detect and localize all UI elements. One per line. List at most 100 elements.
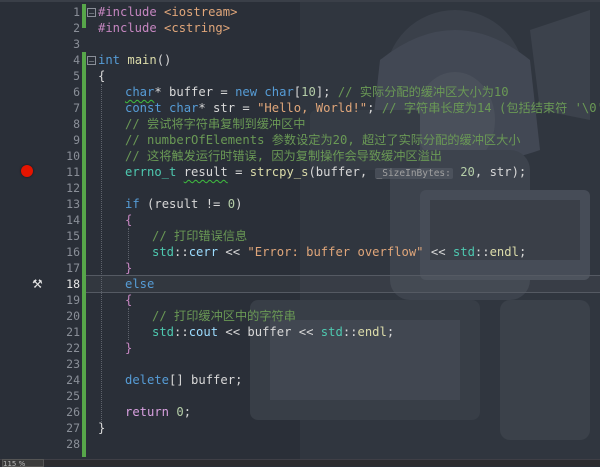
code-line-9[interactable]: // numberOfElements 参数设定为20, 超过了实际分配的缓冲区…	[125, 132, 520, 148]
brace: }	[98, 421, 106, 435]
code-token: ];	[315, 85, 338, 99]
code-token: << buffer <<	[218, 325, 321, 339]
brace: }	[125, 341, 133, 355]
keyword-token: char	[125, 85, 155, 99]
keyword-token: char	[257, 85, 294, 99]
code-token: ::	[174, 245, 189, 259]
brace: }	[125, 261, 133, 275]
line-number: 14	[66, 213, 80, 227]
keyword-token: if	[125, 197, 140, 211]
code-line-10[interactable]: // 这将触发运行时错误, 因为复制操作会导致缓冲区溢出	[125, 148, 442, 164]
line-number: 8	[73, 117, 80, 131]
number-literal: 0	[176, 405, 184, 419]
code-line-19[interactable]: {	[125, 292, 132, 308]
code-line-18[interactable]: else	[125, 276, 154, 292]
code-token: ::	[174, 325, 189, 339]
line-number: 27	[66, 421, 80, 435]
variable-token: cout	[188, 325, 219, 339]
breakpoint-icon[interactable]	[21, 165, 33, 177]
type-token: errno_t	[125, 165, 177, 179]
code-line-2[interactable]: #include <cstring>	[98, 20, 230, 36]
line-number: 21	[66, 325, 80, 339]
change-indicator-bar	[82, 52, 86, 457]
line-number: 28	[66, 437, 80, 451]
code-line-26[interactable]: return 0;	[125, 404, 191, 420]
code-token: * buffer =	[154, 85, 236, 99]
code-token: ::	[342, 325, 358, 339]
namespace-token: std	[452, 245, 475, 259]
line-number-active: 18	[66, 277, 80, 291]
fold-toggle-icon[interactable]: −	[87, 56, 96, 66]
code-line-5[interactable]: {	[98, 68, 105, 84]
line-number: 19	[66, 293, 80, 307]
code-token: <<	[423, 245, 453, 259]
code-token: * str =	[198, 101, 258, 115]
code-line-1[interactable]: #include <iostream>	[98, 4, 237, 20]
code-line-4[interactable]: int main()	[98, 52, 171, 68]
brace: {	[125, 293, 133, 307]
code-line-17[interactable]: }	[125, 260, 132, 276]
fold-toggle-icon[interactable]: −	[87, 8, 96, 18]
code-token: ;	[367, 101, 382, 115]
glyph-margin[interactable]	[0, 0, 52, 465]
indent-guide	[128, 308, 129, 340]
number-literal: 0	[227, 197, 236, 211]
line-number: 11	[66, 165, 80, 179]
editor-top-border	[0, 0, 600, 2]
code-token: , str);	[474, 165, 527, 179]
code-token: (result !=	[139, 197, 228, 211]
code-line-20[interactable]: // 打印缓冲区中的字符串	[152, 308, 296, 324]
line-number: 12	[66, 181, 80, 195]
code-line-24[interactable]: delete[] buffer;	[125, 372, 242, 388]
code-line-8[interactable]: // 尝试将字符串复制到缓冲区中	[125, 116, 305, 132]
code-editor[interactable]: ⚒ − − 1 2 3 4 5 6 7 8 9 10 11 12 13 14 1…	[0, 0, 600, 465]
code-line-15[interactable]: // 打印错误信息	[152, 228, 247, 244]
line-number: 15	[66, 229, 80, 243]
code-line-13[interactable]: if (result != 0)	[125, 196, 242, 212]
function-name: endl	[489, 245, 519, 259]
brace: {	[98, 69, 106, 83]
code-line-16[interactable]: std::cerr << "Error: buffer overflow" <<…	[152, 244, 526, 260]
code-token: ()	[156, 53, 172, 67]
code-token: ;	[183, 405, 192, 419]
code-token: ::	[474, 245, 490, 259]
indent-guide	[101, 84, 102, 424]
keyword-token: else	[125, 277, 155, 291]
line-number: 4	[73, 53, 80, 67]
code-token: )	[235, 197, 243, 211]
line-number: 26	[66, 405, 80, 419]
code-line-7[interactable]: const char* str = "Hello, World!"; // 字符…	[125, 100, 600, 116]
keyword-token: const	[125, 101, 162, 115]
comment-token: // 字符串长度为14 (包括结束符 '\0')	[381, 101, 600, 115]
code-line-6[interactable]: char* buffer = new char[10]; // 实际分配的缓冲区…	[125, 84, 509, 100]
code-line-21[interactable]: std::cout << buffer << std::endl;	[152, 324, 394, 340]
indent-guide	[128, 228, 129, 260]
code-token: =	[227, 165, 250, 179]
brace: {	[125, 213, 133, 227]
preprocessor-token: #include	[98, 21, 157, 35]
line-number: 13	[66, 197, 80, 211]
current-line-highlight	[82, 275, 600, 293]
code-line-22[interactable]: }	[125, 340, 132, 356]
line-number: 16	[66, 245, 80, 259]
line-number: 24	[66, 373, 80, 387]
zoom-level-dropdown[interactable]: 115 %	[2, 459, 44, 467]
line-number: 20	[66, 309, 80, 323]
code-line-27[interactable]: }	[98, 420, 105, 436]
code-line-14[interactable]: {	[125, 212, 132, 228]
number-literal: 20	[460, 165, 475, 179]
keyword-token: char	[161, 101, 199, 115]
number-literal: 10	[301, 85, 316, 99]
comment-token: // 实际分配的缓冲区大小为10	[337, 85, 509, 99]
function-name: strcpy_s	[249, 165, 309, 179]
code-line-11[interactable]: errno_t result = strcpy_s(buffer, _SizeI…	[125, 164, 526, 182]
string-literal: "Error: buffer overflow"	[247, 245, 424, 259]
line-number: 6	[73, 85, 80, 99]
quick-action-hammer-icon[interactable]: ⚒	[32, 277, 43, 291]
namespace-token: std	[152, 325, 175, 339]
namespace-token: std	[152, 245, 175, 259]
function-name: endl	[357, 325, 387, 339]
line-number: 25	[66, 389, 80, 403]
line-number: 2	[73, 21, 80, 35]
